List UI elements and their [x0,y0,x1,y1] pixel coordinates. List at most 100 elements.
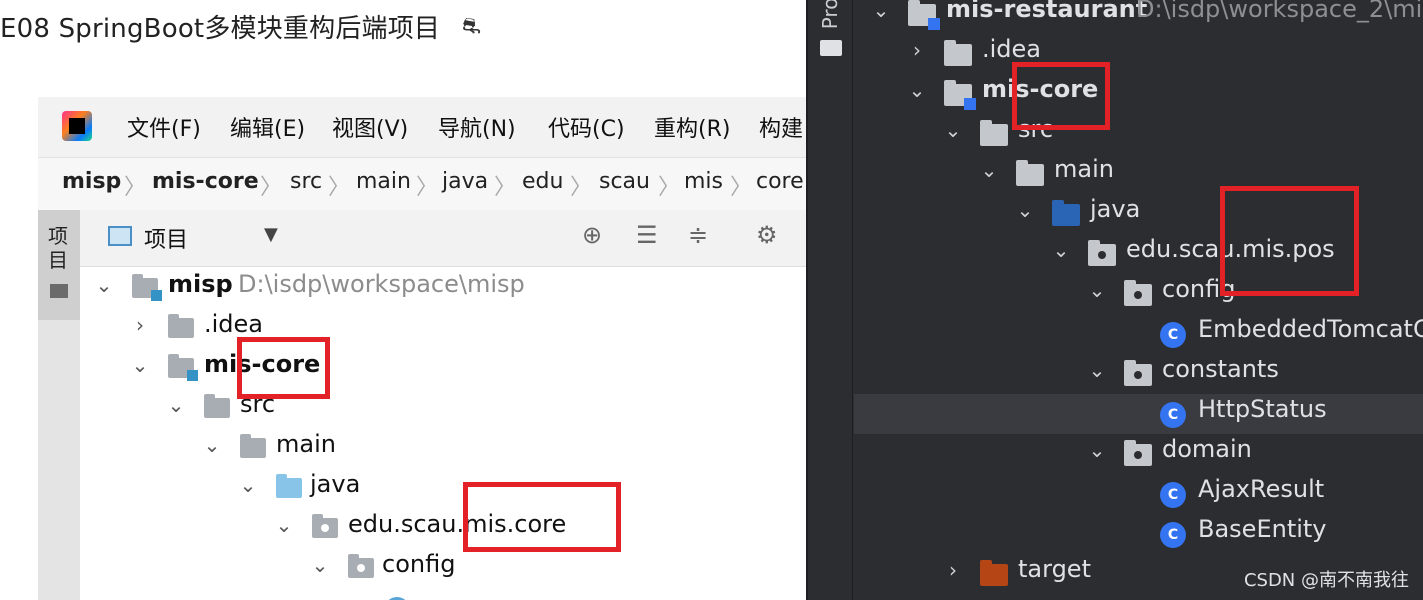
chatgpt-icon[interactable]: ⛐ [462,14,481,42]
chevron-down-icon[interactable]: ⌄ [1086,358,1108,382]
chevron-down-icon[interactable]: ▼ [264,224,278,245]
tree-row-java[interactable]: ⌄ java [80,467,838,507]
folder-icon[interactable] [820,40,842,56]
breadcrumb-item-core[interactable]: core [756,169,804,194]
folder-icon [50,284,68,298]
chevron-down-icon[interactable]: ⌄ [130,353,150,377]
project-tool-tab-label: 项目 [48,224,68,272]
chevron-down-icon[interactable]: ⌄ [870,0,892,22]
tree-row-idea[interactable]: › .idea [80,307,838,347]
chevron-down-icon[interactable]: ⌄ [238,473,258,497]
chevron-down-icon[interactable]: ⌄ [202,433,222,457]
tree-row-ajax-result[interactable]: C AjaxResult [854,474,1423,514]
breadcrumb-item-edu[interactable]: edu [522,169,563,194]
class-icon: C [1160,522,1186,548]
package-icon [1124,280,1152,306]
tree-row-base-entity[interactable]: C BaseEntity [854,514,1423,554]
tree-row-src[interactable]: ⌄ src [854,114,1423,154]
tree-row-mis-core[interactable]: ⌄ mis-core [854,74,1423,114]
menu-refactor[interactable]: 重构(R) [654,111,730,143]
menu-code[interactable]: 代码(C) [548,111,625,143]
menu-bar: 文件(F) 编辑(E) 视图(V) 导航(N) 代码(C) 重构(R) 构建 [38,97,838,155]
tree-label: AjaxResult [1198,475,1325,503]
expand-all-icon[interactable]: ☰ [636,221,658,249]
chevron-down-icon[interactable]: ⌄ [1086,278,1108,302]
chevron-down-icon[interactable]: ⌄ [274,513,294,537]
project-tool-tab-label[interactable]: Proj [818,0,842,29]
project-view-selector[interactable]: 项目 [144,222,188,254]
highlight-box [237,337,330,399]
locate-icon[interactable]: ⊕ [582,221,602,249]
project-tool-strip: Proj [808,0,853,600]
tree-row-src[interactable]: ⌄ src [80,387,838,427]
tree-row-embedded-tomcat[interactable]: C EmbeddedTomcatCo [854,314,1423,354]
class-icon: C [1160,402,1186,428]
tree-label: main [276,430,336,458]
chevron-down-icon[interactable]: ⌄ [906,78,928,102]
tree-row-mis-restaurant[interactable]: ⌄ mis-restaurant D:\isdp\workspace_2\mis… [854,0,1423,34]
menu-navigate[interactable]: 导航(N) [438,111,516,143]
menu-edit[interactable]: 编辑(E) [230,111,305,143]
article-title: E08 SpringBoot多模块重构后端项目 [0,14,441,44]
tree-row-config[interactable]: ⌄ config [80,547,838,587]
chevron-right-icon[interactable]: › [130,313,150,337]
project-tool-strip: 项目 [38,210,80,600]
tree-row-package[interactable]: ⌄ edu.scau.mis.core [80,507,838,547]
menu-build[interactable]: 构建 [759,111,803,143]
tree-label: java [310,470,361,498]
package-icon [1124,360,1152,386]
breadcrumb-separator-icon: 〉 [124,175,147,200]
tree-row-constants[interactable]: ⌄ constants [854,354,1423,394]
tree-row-main[interactable]: ⌄ main [80,427,838,467]
gear-icon[interactable]: ⚙ [756,221,778,249]
chevron-down-icon[interactable]: ⌄ [942,118,964,142]
breadcrumb-item-java[interactable]: java [442,169,488,194]
chevron-down-icon[interactable]: ⌄ [310,553,330,577]
tree-path: D:\isdp\workspace_2\mis- [1136,0,1423,23]
tree-row-idea[interactable]: › .idea [854,34,1423,74]
breadcrumb-item-src[interactable]: src [290,169,322,194]
chevron-down-icon[interactable]: ⌄ [1086,438,1108,462]
tree-row-http-status[interactable]: C HttpStatus [854,394,1423,434]
breadcrumb-item-mis-core[interactable]: mis-core [152,169,259,194]
breadcrumb-item-mis[interactable]: mis [684,169,723,194]
highlight-box [1220,186,1359,296]
chevron-down-icon[interactable]: ⌄ [978,158,1000,182]
tree-row-misp[interactable]: ⌄ misp D:\isdp\workspace\misp [80,267,838,307]
chevron-right-icon[interactable]: › [942,558,964,582]
breadcrumb-separator-icon: 〉 [570,175,593,200]
tree-label: target [1018,555,1091,583]
project-tool-tab[interactable]: 项目 [38,210,80,320]
chevron-down-icon[interactable]: ⌄ [94,273,114,297]
class-icon: C [1160,482,1186,508]
breadcrumb-item-scau[interactable]: scau [599,169,650,194]
chevron-down-icon[interactable]: ⌄ [1014,198,1036,222]
project-tree: ⌄ mis-restaurant D:\isdp\workspace_2\mis… [854,0,1423,600]
tree-label: config [382,550,456,578]
package-icon [1088,240,1116,266]
tree-row-mis-core[interactable]: ⌄ mis-core [80,347,838,387]
chevron-down-icon[interactable]: ⌄ [1050,238,1072,262]
breadcrumb-separator-icon: 〉 [494,175,517,200]
tree-label: BaseEntity [1198,515,1327,543]
light-ide-screenshot: 文件(F) 编辑(E) 视图(V) 导航(N) 代码(C) 重构(R) 构建 m… [38,97,838,600]
source-folder-icon [1052,200,1080,226]
breadcrumb: misp 〉 mis-core 〉 src 〉 main 〉 java 〉 ed… [38,157,838,211]
tree-label: misp [168,270,233,298]
tree-row-domain[interactable]: ⌄ domain [854,434,1423,474]
menu-view[interactable]: 视图(V) [332,111,408,143]
tree-label: EmbeddedTomcatCo [1198,315,1423,343]
tree-label: domain [1162,435,1252,463]
excluded-folder-icon [980,560,1008,586]
chevron-down-icon[interactable]: ⌄ [166,393,186,417]
folder-icon [204,394,230,418]
collapse-all-icon[interactable]: ≑ [688,221,708,249]
folder-icon [1016,160,1044,186]
package-icon [348,554,374,578]
breadcrumb-item-main[interactable]: main [356,169,411,194]
breadcrumb-separator-icon: 〉 [730,175,753,200]
dark-ide-screenshot: Proj ⌄ mis-restaurant D:\isdp\workspace_… [806,0,1423,600]
breadcrumb-item-misp[interactable]: misp [62,169,121,194]
chevron-right-icon[interactable]: › [906,38,928,62]
menu-file[interactable]: 文件(F) [127,111,201,143]
